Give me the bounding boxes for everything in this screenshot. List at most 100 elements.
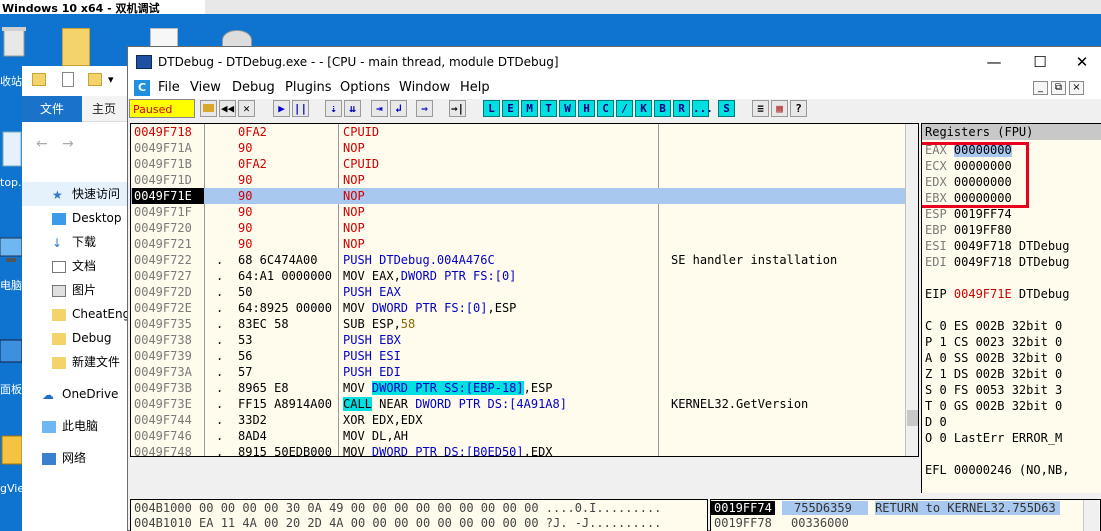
register-line[interactable]: A 0 SS 002B 32bit 0 [925,350,1062,366]
source-button[interactable]: S [718,100,735,117]
menu-window[interactable]: Window [399,77,450,99]
app-icon[interactable] [136,55,152,69]
disassembly-row[interactable]: 0049F727. 64:A1 0000000 MOV EAX,DWORD PTR … [131,268,905,284]
tab-home[interactable]: 主页 [92,96,116,122]
disassembly-row[interactable]: 0049F72E. 64:8925 00000 MOV DWORD PTR FS:[… [131,300,905,316]
register-line[interactable]: T 0 GS 002B 32bit 0 [925,398,1062,414]
disassembly-row[interactable]: 0049F71B 0FA2 CPUID [131,156,905,172]
windows-window-button[interactable]: W [559,100,576,117]
nav-item-debug[interactable]: Debug [22,326,132,350]
disassembly-row[interactable]: 0049F71E 90 NOP [131,188,905,204]
nav-item-cheatengine[interactable]: CheatEng [22,302,132,326]
modules-window-button[interactable]: E [502,100,519,117]
tab-file[interactable]: 文件 [22,96,82,122]
forward-arrow-icon[interactable]: → [62,136,74,152]
cpu-window-button[interactable]: C [597,100,614,117]
restart-button[interactable]: ◀◀ [219,100,236,117]
stack-pane[interactable]: 0019FF74 755D6359 RETURN to KERNEL32.755… [710,499,1101,531]
maximize-button[interactable]: ☐ [1017,47,1063,77]
nav-item-documents[interactable]: 文档 [22,254,132,278]
trace-into-button[interactable]: ⇥ [371,100,388,117]
disassembly-row[interactable]: 0049F721 90 NOP [131,236,905,252]
minimize-button[interactable]: — [971,47,1017,77]
open-file-button[interactable] [200,100,217,117]
execute-till-return-button[interactable]: ⇒ [416,100,433,117]
disassembly-row[interactable]: 0049F72D. 50 PUSH EAX [131,284,905,300]
new-folder-icon[interactable] [88,73,102,86]
register-line[interactable]: S 0 FS 0053 32bit 3 [925,382,1062,398]
folder-icon[interactable] [32,73,46,86]
disassembly-row[interactable]: 0049F744. 33D2 XOR EDX,EDX [131,412,905,428]
memory-window-button[interactable]: M [521,100,538,117]
disassembly-row[interactable]: 0049F746. 8AD4 MOV DL,AH [131,428,905,444]
title-bar[interactable]: DTDebug - DTDebug.exe - - [CPU - main th… [128,47,1101,77]
nav-item-network[interactable]: 网络 [22,446,132,470]
run-trace-button[interactable]: ... [692,100,713,117]
disassembly-row[interactable]: 0049F73E. FF15 A8914A00 CALL NEAR DWORD PT… [131,396,905,412]
close-program-button[interactable]: ✕ [238,100,255,117]
step-into-button[interactable]: ⇣ [325,100,342,117]
register-line[interactable]: EIP 0049F71E DTDebug [925,286,1070,302]
pause-button[interactable]: || [292,100,309,117]
vertical-scrollbar[interactable] [905,124,918,456]
disassembly-pane[interactable]: 0049F718 0FA2 CPUID 0049F71A 90 NOP 0049F71B 0F… [130,123,919,457]
patches-window-button[interactable]: / [616,100,633,117]
disassembly-row[interactable]: 0049F722. 68 6C474A00 PUSH DTDebug.004A476… [131,252,905,268]
register-line[interactable]: P 1 CS 0023 32bit 0 [925,334,1062,350]
nav-item-new-folder[interactable]: 新建文件 [22,350,132,374]
register-line[interactable]: ESI 0049F718 DTDebug [925,238,1070,254]
disassembly-row[interactable]: 0049F73A. 57 PUSH EDI [131,364,905,380]
register-line[interactable]: EFL 00000246 (NO,NB, [925,462,1070,478]
nav-item-this-pc[interactable]: 此电脑 [22,414,132,438]
registers-pane[interactable]: Registers (FPU) EAX 00000000 ECX 00000000… [921,123,1101,493]
register-line[interactable]: EDI 0049F718 DTDebug [925,254,1070,270]
cpu-window-icon[interactable]: C [134,80,150,96]
memory-dump-pane[interactable]: 004B1000 00 00 00 00 30 0A 49 00 00 00 0… [130,499,708,531]
register-line[interactable]: O 0 LastErr ERROR_M [925,430,1062,446]
mdi-close-button[interactable]: × [1069,81,1084,95]
disassembly-row[interactable]: 0049F71F 90 NOP [131,204,905,220]
disassembly-row[interactable]: 0049F720 90 NOP [131,220,905,236]
grid-icon[interactable]: ▦ [771,100,788,117]
go-to-button[interactable]: →| [449,100,466,117]
recycle-bin-icon[interactable] [0,22,38,60]
register-line[interactable]: ESP 0019FF74 [925,206,1012,222]
nav-item-pictures[interactable]: 图片 [22,278,132,302]
register-line[interactable]: EBP 0019FF80 [925,222,1012,238]
menu-plugins[interactable]: Plugins [285,77,332,99]
properties-icon[interactable] [62,72,74,87]
nav-item-quick-access[interactable]: ★ 快速访问 [22,182,132,206]
trace-over-button[interactable]: ↲ [390,100,407,117]
menu-options[interactable]: Options [340,77,390,99]
disassembly-row[interactable]: 0049F739. 56 PUSH ESI [131,348,905,364]
disassembly-row[interactable]: 0049F718 0FA2 CPUID [131,124,905,140]
log-window-button[interactable]: L [483,100,500,117]
scrollbar-thumb[interactable] [907,410,918,426]
step-over-button[interactable]: ⇊ [344,100,361,117]
call-stack-button[interactable]: K [635,100,652,117]
breakpoints-button[interactable]: B [654,100,671,117]
disassembly-row[interactable]: 0049F735. 83EC 58 SUB ESP,58 [131,316,905,332]
help-icon[interactable]: ? [790,100,807,117]
register-line[interactable]: Z 1 DS 002B 32bit 0 [925,366,1062,382]
menu-view[interactable]: View [190,77,221,99]
references-button[interactable]: R [673,100,690,117]
disassembly-row[interactable]: 0049F748. 8915 50EDB000 MOV DWORD PTR DS:[… [131,444,905,456]
register-line[interactable]: C 0 ES 002B 32bit 0 [925,318,1062,334]
close-button[interactable]: ✕ [1063,47,1101,77]
handles-window-button[interactable]: H [578,100,595,117]
back-arrow-icon[interactable]: ← [36,136,48,152]
register-line[interactable]: D 0 [925,414,947,430]
disassembly-row[interactable]: 0049F71D 90 NOP [131,172,905,188]
disassembly-row[interactable]: 0049F71A 90 NOP [131,140,905,156]
mdi-minimize-button[interactable]: _ [1033,81,1048,95]
menu-file[interactable]: File [158,77,180,99]
disassembly-row[interactable]: 0049F73B. 8965 E8 MOV DWORD PTR SS:[EBP-18… [131,380,905,396]
threads-window-button[interactable]: T [540,100,557,117]
menu-help[interactable]: Help [460,77,490,99]
nav-item-desktop[interactable]: Desktop [22,206,132,230]
disassembly-row[interactable]: 0049F738. 53 PUSH EBX [131,332,905,348]
nav-item-downloads[interactable]: ↓ 下载 [22,230,132,254]
menu-debug[interactable]: Debug [232,77,275,99]
run-button[interactable]: ▶ [273,100,290,117]
